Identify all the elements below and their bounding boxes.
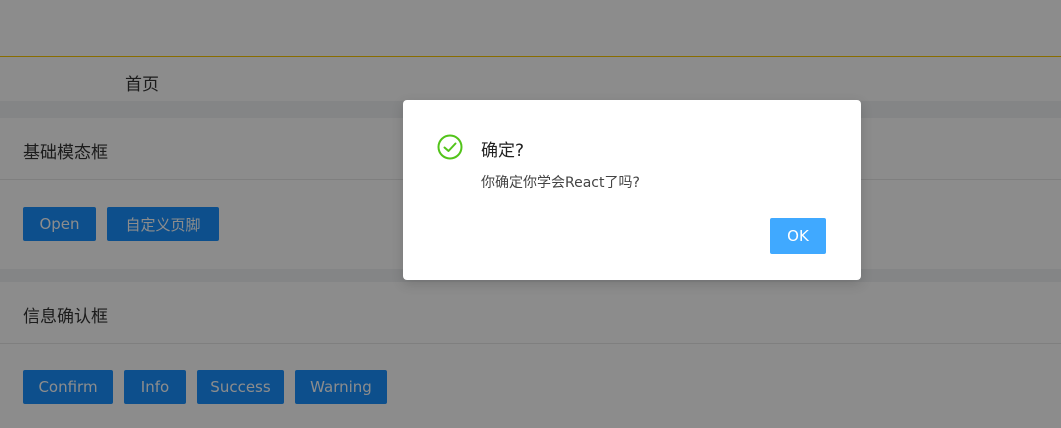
- modal-content: 你确定你学会React了吗?: [481, 175, 640, 191]
- modal-title: 确定?: [481, 141, 525, 161]
- check-circle-icon: [437, 134, 463, 160]
- page: 首页 基础模态框 Open 自定义页脚 信息确认框 Confirm Info S…: [0, 0, 1061, 428]
- ok-button[interactable]: OK: [770, 218, 826, 254]
